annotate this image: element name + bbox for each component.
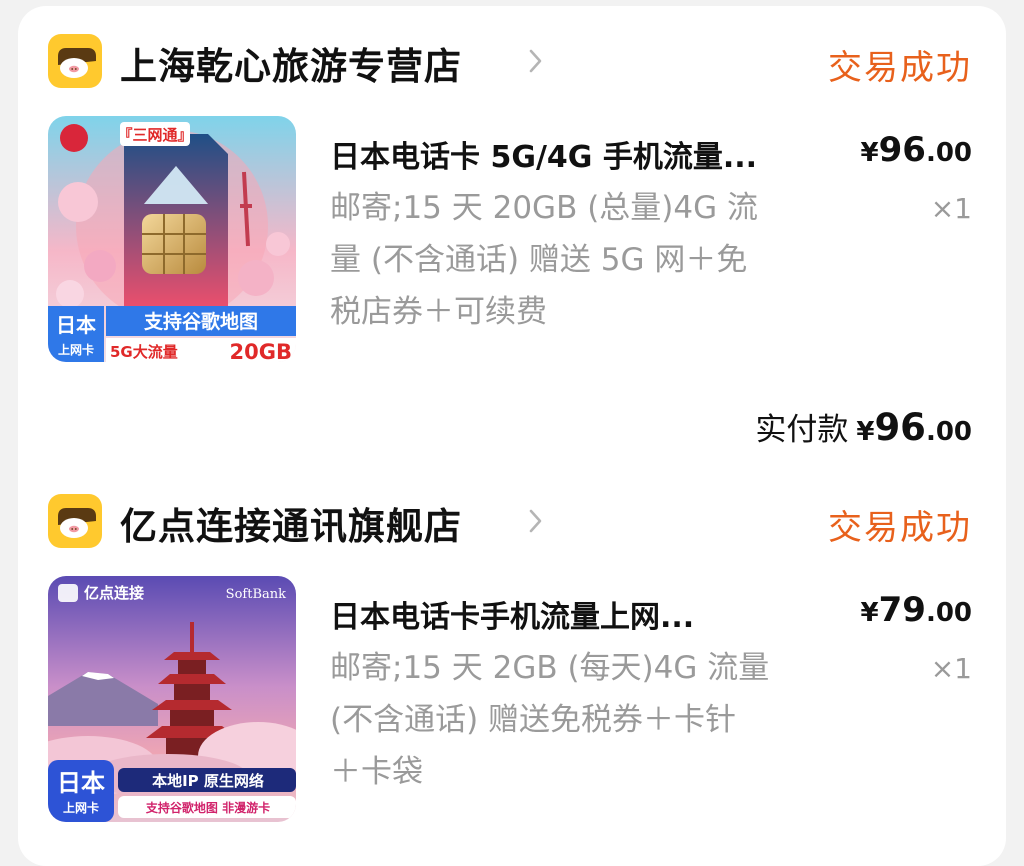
image-card-type: 上网卡 xyxy=(58,342,94,357)
image-data: 20GB xyxy=(230,340,292,362)
chevron-right-icon[interactable] xyxy=(528,48,544,74)
product-image[interactable]: 亿点连接 SoftBank 日本 上网卡 本地IP 原生网络 支持谷歌地图 非漫… xyxy=(48,576,296,822)
product-quantity: ×1 xyxy=(930,652,972,685)
image-feature-1: 本地IP 原生网络 xyxy=(152,772,264,790)
image-card-type: 上网卡 xyxy=(63,800,99,815)
pig-store-icon xyxy=(48,34,102,88)
product-spec: 邮寄;15 天 20GB (总量)4G 流 量 (不含通话) 赠送 5G 网＋免… xyxy=(330,182,830,338)
spec-line: 量 (不含通话) 赠送 5G 网＋免 xyxy=(330,242,748,278)
price-decimal: .00 xyxy=(925,598,972,628)
spec-line: (不含通话) 赠送免税券＋卡针 xyxy=(330,702,737,738)
image-brand: 亿点连接 xyxy=(84,584,144,602)
paid-amount: 实付款 ¥96.00 xyxy=(755,404,972,449)
image-speed: 5G大流量 xyxy=(110,343,178,361)
product-title[interactable]: 日本电话卡 5G/4G 手机流量... xyxy=(330,132,850,176)
paid-currency: ¥ xyxy=(856,417,875,447)
chevron-right-icon[interactable] xyxy=(528,508,544,534)
price-decimal: .00 xyxy=(925,138,972,168)
product-price: ¥96.00 xyxy=(861,130,972,170)
price-integer: 96 xyxy=(878,130,926,170)
spec-line: ＋卡袋 xyxy=(330,754,423,790)
image-feature-2: 支持谷歌地图 非漫游卡 xyxy=(145,800,270,815)
image-country: 日本 xyxy=(56,313,96,337)
price-currency: ¥ xyxy=(860,598,879,628)
spec-line: 邮寄;15 天 20GB (总量)4G 流 xyxy=(330,190,758,226)
order-status: 交易成功 xyxy=(828,508,972,548)
product-price: ¥79.00 xyxy=(861,590,972,630)
image-feature: 支持谷歌地图 xyxy=(143,310,258,333)
spec-line: 税店券＋可续费 xyxy=(330,294,547,330)
paid-decimal: .00 xyxy=(925,417,972,447)
price-integer: 79 xyxy=(878,590,926,630)
product-quantity: ×1 xyxy=(930,192,972,225)
product-spec: 邮寄;15 天 2GB (每天)4G 流量 (不含通话) 赠送免税券＋卡针 ＋卡… xyxy=(330,642,830,798)
shop-name[interactable]: 亿点连接通讯旗舰店 xyxy=(120,496,462,550)
shop-name[interactable]: 上海乾心旅游专营店 xyxy=(120,36,462,90)
product-title[interactable]: 日本电话卡手机流量上网... xyxy=(330,592,850,636)
pig-store-icon xyxy=(48,494,102,548)
order-status: 交易成功 xyxy=(828,48,972,88)
spec-line: 邮寄;15 天 2GB (每天)4G 流量 xyxy=(330,650,770,686)
product-image[interactable]: 『三网通』 日本 上网卡 支持谷歌地图 5G大流量 20GB xyxy=(48,116,296,362)
paid-integer: 96 xyxy=(874,406,926,449)
paid-label: 实付款 xyxy=(755,412,849,448)
price-currency: ¥ xyxy=(860,138,879,168)
image-top-tag: 『三网通』 xyxy=(117,126,192,144)
image-carrier: SoftBank xyxy=(226,587,286,602)
image-country: 日本 xyxy=(57,769,105,797)
orders-card: 上海乾心旅游专营店 交易成功 『三网通』 日本 上网卡 支持谷歌地图 5G大流量… xyxy=(18,6,1006,866)
